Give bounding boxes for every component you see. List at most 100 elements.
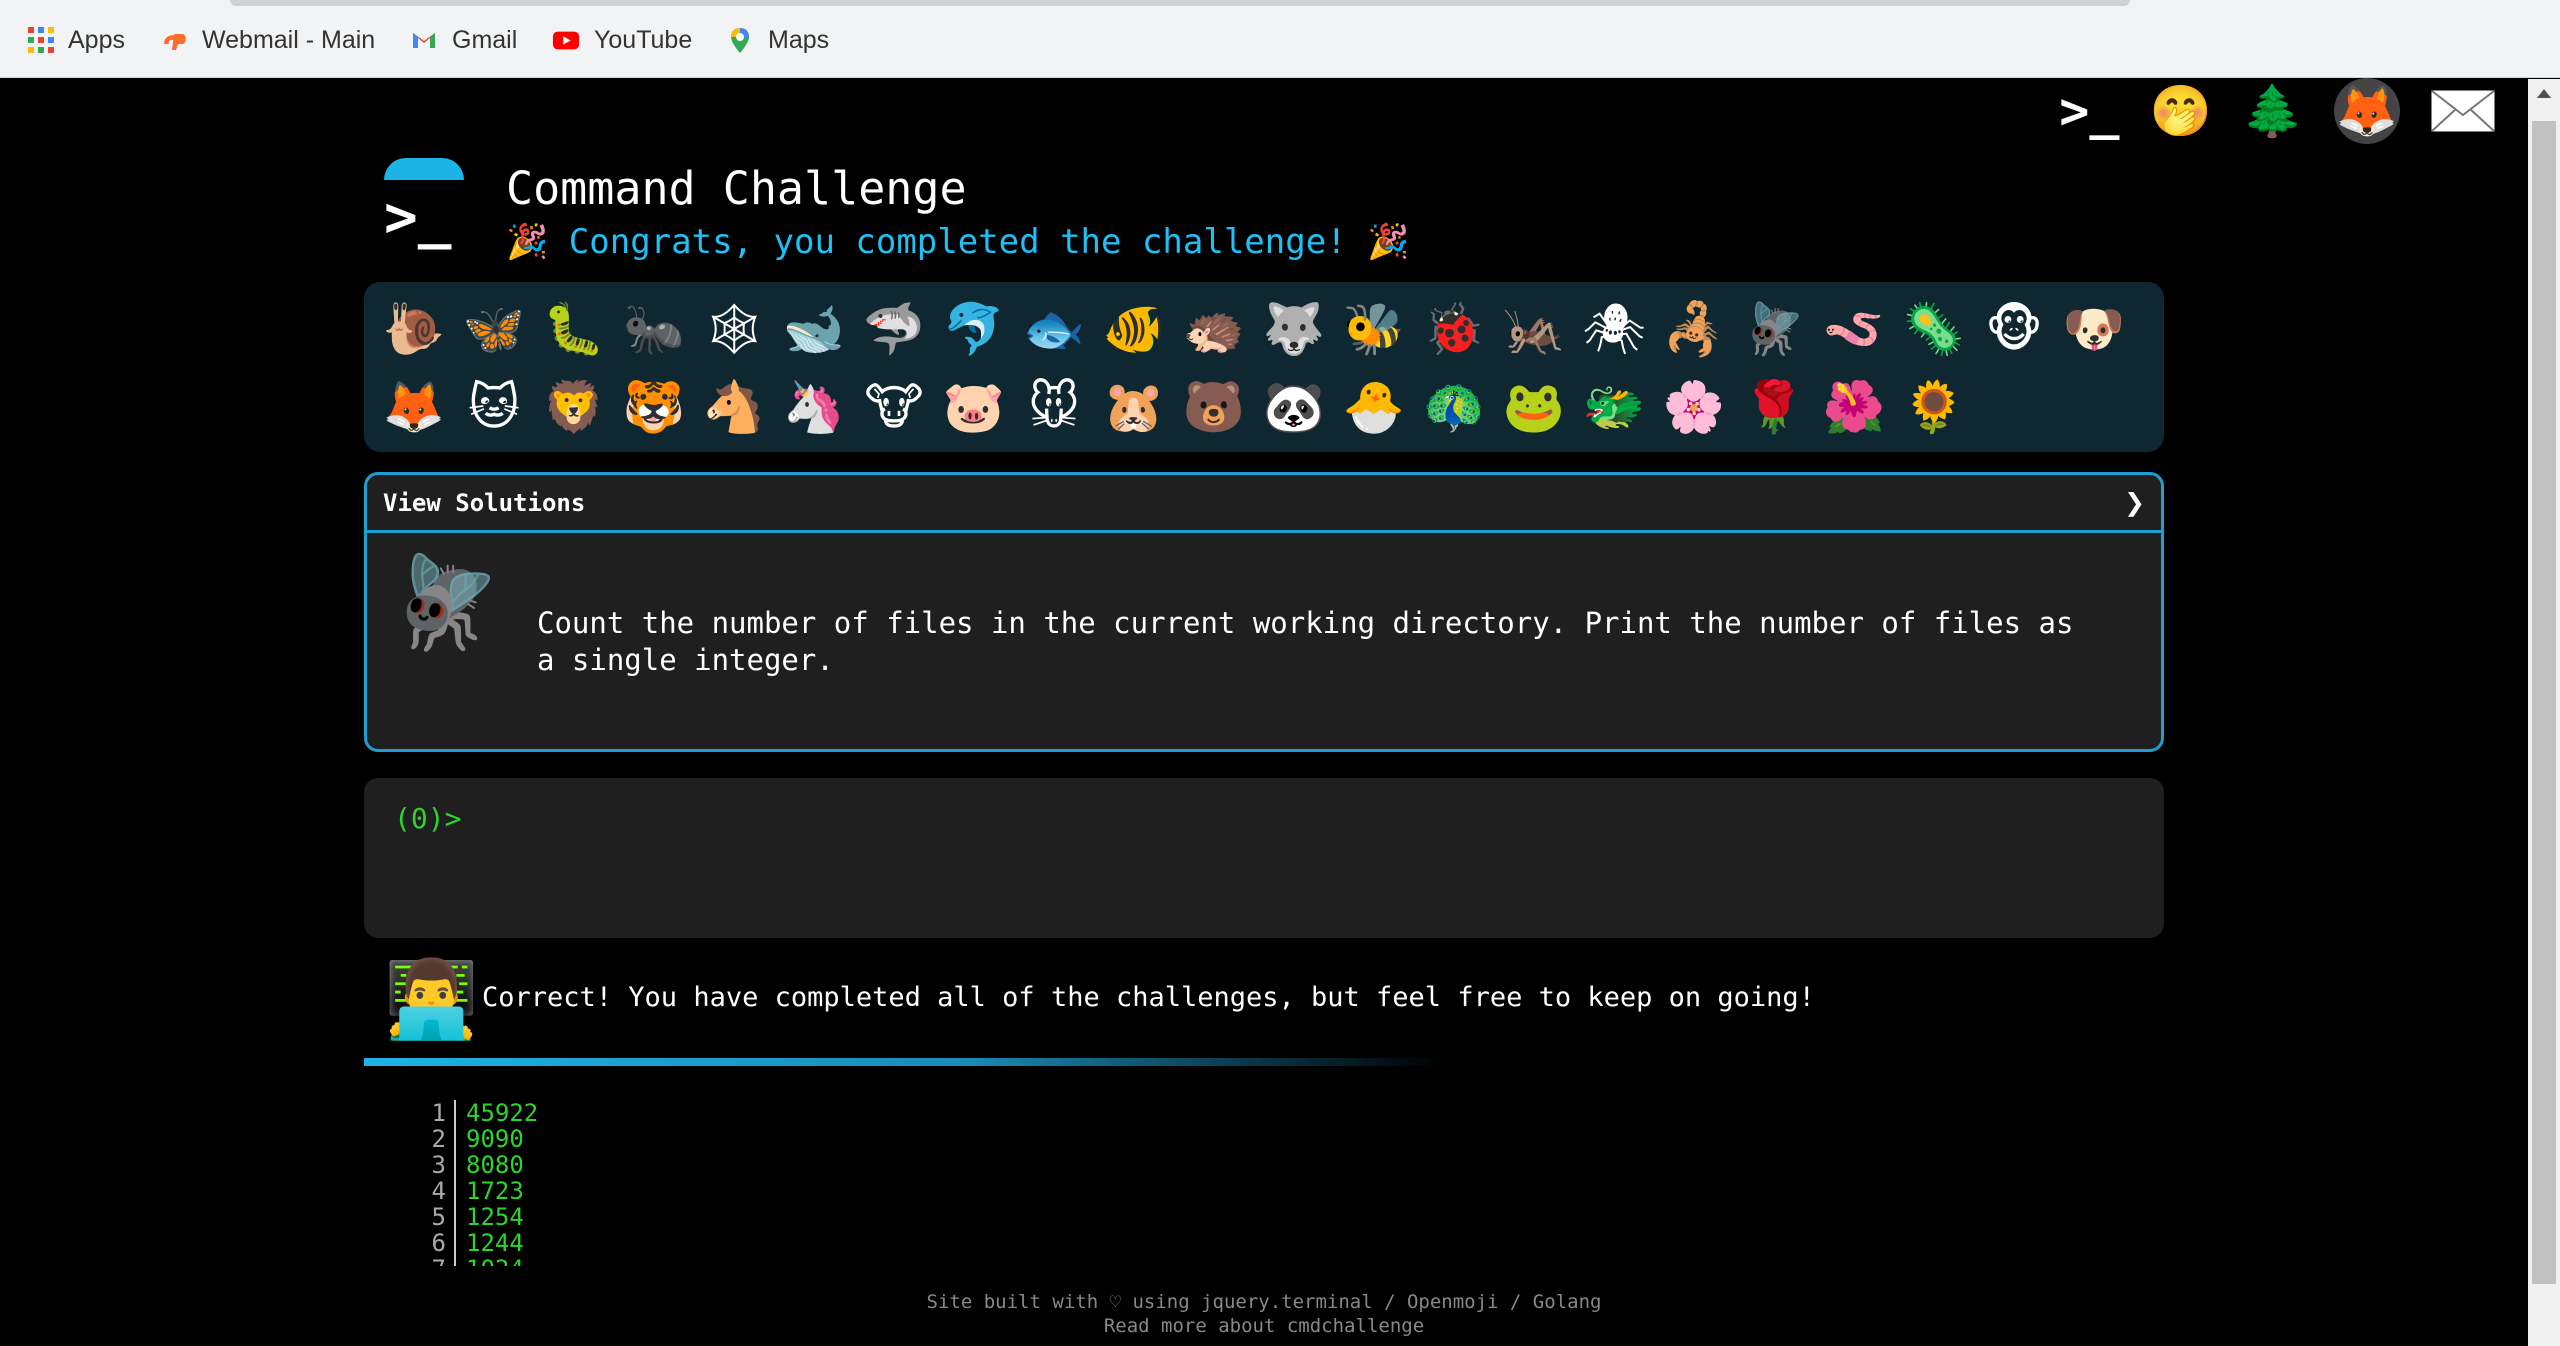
output-line: 3 8080 [420,1152,538,1178]
animal-badge-icon[interactable]: 🐛 [534,290,614,368]
output-line: 71024 [420,1256,538,1266]
bookmark-gmail[interactable]: Gmail [410,22,517,58]
animal-badge-icon[interactable]: 🦠 [1894,290,1974,368]
command-output: 1 45922290903 8080 4 1723512546124471024 [420,1100,538,1266]
animal-badge-icon[interactable]: 🐌 [374,290,454,368]
animal-badge-icon[interactable]: 🐵 [1974,290,2054,368]
bookmark-label: Maps [768,25,830,54]
line-value: 1244 [466,1229,524,1257]
animal-badge-icon[interactable]: 🐶 [2054,290,2134,368]
animal-badge-icon[interactable]: 🐠 [1094,290,1174,368]
tree-icon[interactable]: 🌲 [2242,83,2304,139]
animal-badge-icon[interactable]: 🌸 [1654,368,1734,446]
animal-badge-icon[interactable]: 🦚 [1414,368,1494,446]
animal-badge-icon[interactable]: 🐭 [1014,368,1094,446]
line-value: 8080 [466,1151,524,1179]
animal-badge-icon[interactable]: 🪰 [1734,290,1814,368]
animal-badge-icon[interactable]: 🐟 [1014,290,1094,368]
line-value: 45922 [466,1100,539,1127]
bookmark-maps[interactable]: Maps [726,22,829,58]
animal-badge-icon[interactable]: 🐴 [694,368,774,446]
animal-badge-icon[interactable]: 🐬 [934,290,1014,368]
challenge-panel: View Solutions ❯ 🪰 Count the number of f… [364,472,2164,752]
animal-badge-icon[interactable]: 🐲 [1574,368,1654,446]
animal-badge-icon[interactable]: 🐼 [1254,368,1334,446]
animal-badge-icon[interactable]: 🐣 [1334,368,1414,446]
fox-icon: 🦊 [2335,82,2399,140]
animal-badge-icon[interactable]: 🐺 [1254,290,1334,368]
animal-badge-icon[interactable]: 🐷 [934,368,1014,446]
animal-badge-icon[interactable]: 🐯 [614,368,694,446]
result-message: Correct! You have completed all of the c… [482,982,1815,1013]
footer-read-more-link[interactable]: Read more about cmdchallenge [0,1314,2528,1338]
challenge-progress-bar: 🐌 🦋 🐛 🐜 🕸 🐋 🦈 🐬 🐟 🐠 🦔 🐺 🐝 🐞 🦗 🕷 🦂 🪰 🪱 🦠 🐵 🐶 🦊 🐱 🦁 🐯 🐴 🦄 🐮 🐷 🐭 🐹 🐻 🐼 🐣 🦚 🐸 🐲 🌸 🌹… [364,282,2164,452]
output-line: 5 1254 [420,1204,538,1230]
bookmarks-bar: Apps Webmail - Main Gmail YouTube Maps [0,0,2560,78]
animal-badge-icon[interactable]: 🦊 [374,368,454,446]
animal-badge-icon[interactable]: 🦄 [774,368,854,446]
animal-badge-icon[interactable]: 🌹 [1734,368,1814,446]
bookmark-label: Webmail - Main [202,25,376,54]
animal-badge-icon[interactable]: 🕷 [1574,290,1654,368]
bookmark-youtube[interactable]: YouTube [552,22,692,58]
animal-badge-icon[interactable]: 🐜 [614,290,694,368]
animal-badge-icon[interactable]: 🐻 [1174,368,1254,446]
line-value: 1024 [456,1256,524,1266]
maps-icon [731,28,749,53]
line-number: 1 [420,1100,456,1126]
animal-badge-icon[interactable]: 🐞 [1414,290,1494,368]
challenge-description: Count the number of files in the current… [537,606,2074,677]
output-line: 6 1244 [420,1230,538,1256]
line-number: 4 [420,1178,456,1204]
animal-badge-icon[interactable]: 🐮 [854,368,934,446]
congrats-message: 🎉 Congrats, you completed the challenge!… [506,222,1410,262]
gitlab-icon[interactable]: 🦊 [2334,78,2400,144]
animal-badge-icon[interactable]: 🦋 [454,290,534,368]
animal-badge-icon[interactable]: 🕸 [694,290,774,368]
output-line: 1 45922 [420,1100,538,1126]
line-number: 7 [420,1256,456,1266]
fly-icon: 🪰 [389,550,502,655]
animal-badge-icon[interactable]: 🐝 [1334,290,1414,368]
view-solutions-toggle[interactable]: View Solutions ❯ [367,475,2161,533]
terminal-icon[interactable]: >_ [2059,83,2119,139]
animal-badge-icon[interactable]: 🐋 [774,290,854,368]
bookmark-webmail[interactable]: Webmail - Main [160,22,375,58]
animal-badge-icon[interactable]: 🌺 [1814,368,1894,446]
challenge-body: 🪰 Count the number of files in the curre… [367,533,2161,749]
line-number: 3 [420,1152,456,1178]
tabstrip-edge [230,0,2130,6]
mail-icon[interactable] [2430,89,2496,133]
cpanel-icon [164,34,186,50]
apps-grid-icon [28,27,54,53]
animal-badge-icon[interactable]: 🪱 [1814,290,1894,368]
scrollbar-thumb[interactable] [2532,121,2556,1284]
animal-badge-icon[interactable]: 🐱 [454,368,534,446]
bookmark-apps[interactable]: Apps [28,22,125,58]
line-value: 1723 [466,1177,524,1205]
animal-badge-icon[interactable]: 🐸 [1494,368,1574,446]
animal-badge-icon[interactable]: 🦗 [1494,290,1574,368]
chevron-right-icon[interactable]: ❯ [2125,483,2145,523]
animal-badge-icon[interactable]: 🐹 [1094,368,1174,446]
line-number: 2 [420,1126,456,1152]
animal-badge-icon[interactable]: 🦁 [534,368,614,446]
view-solutions-label: View Solutions [383,488,586,517]
scroll-up-arrow-icon[interactable] [2537,89,2551,98]
page-scrollbar[interactable] [2528,79,2560,1346]
animal-badge-icon[interactable]: 🦈 [854,290,934,368]
logo-prompt-icon: >_ [384,185,452,250]
animal-badge-icon[interactable]: 🦔 [1174,290,1254,368]
site-logo[interactable]: >_ [380,158,466,254]
youtube-icon [552,31,580,50]
terminal-input[interactable]: (0)> [364,778,2164,938]
logo-dome [384,158,464,180]
animal-badge-icon[interactable]: 🌻 [1894,368,1974,446]
output-line: 2 9090 [420,1126,538,1152]
technologist-icon: 👨‍💻 [384,954,479,1043]
shush-face-icon[interactable]: 🤭 [2149,83,2211,139]
bookmark-label: Apps [68,25,125,54]
output-line: 4 1723 [420,1178,538,1204]
line-value: 1254 [466,1203,524,1231]
animal-badge-icon[interactable]: 🦂 [1654,290,1734,368]
